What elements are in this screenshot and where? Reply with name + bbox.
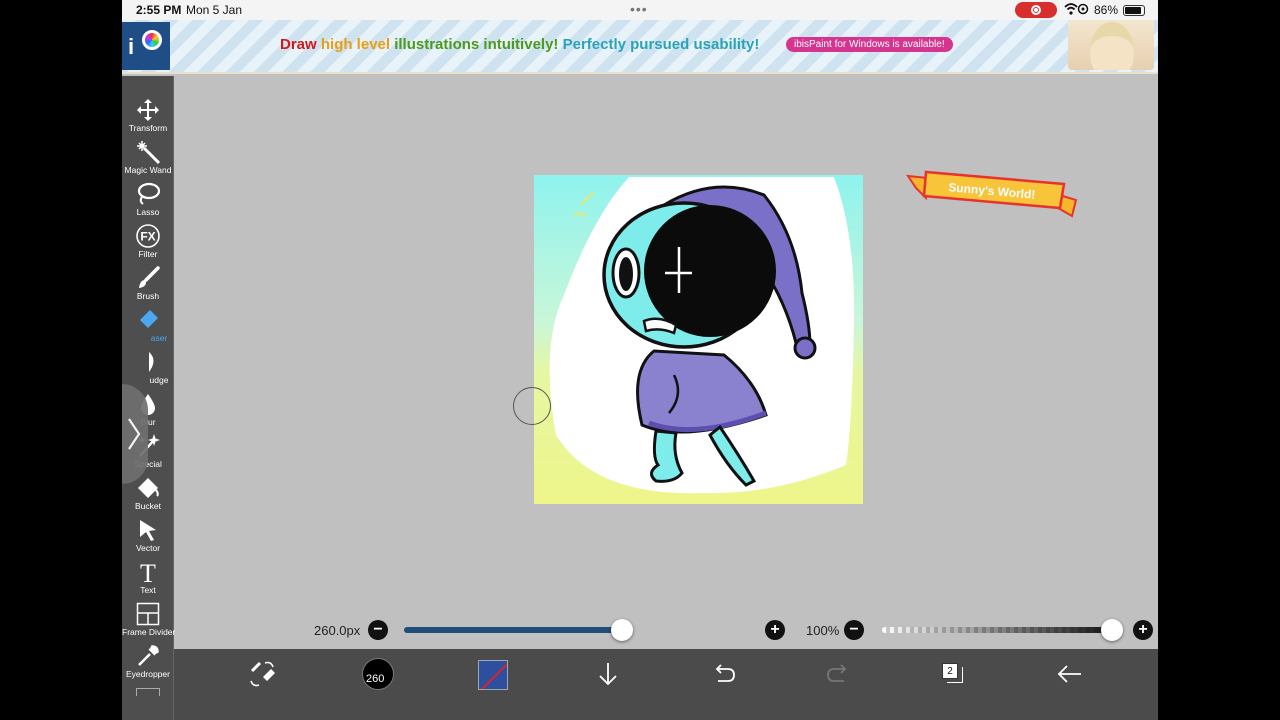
battery-percent: 86% xyxy=(1094,3,1119,17)
chevron-right-icon xyxy=(128,418,141,450)
eyedropper-icon xyxy=(138,645,159,666)
undo-icon xyxy=(715,664,735,682)
tool-eraser[interactable]: aser xyxy=(122,306,174,348)
canvas-artwork xyxy=(534,175,863,504)
battery-icon xyxy=(1123,5,1145,16)
tool-vector[interactable]: Vector xyxy=(122,516,174,558)
tool-smudge[interactable]: udge xyxy=(122,348,174,390)
brush-size-plus-button[interactable]: + xyxy=(765,620,785,640)
back-button[interactable] xyxy=(1052,659,1088,693)
slider-row: 260.0px − + 100% − + xyxy=(296,616,1158,644)
frame-divider-icon xyxy=(136,602,160,626)
tool-magic-wand[interactable]: Magic Wand xyxy=(122,138,174,180)
tool-sidebar: Transform Magic Wand Lasso FX Filter Bru… xyxy=(122,76,175,720)
brush-eraser-swap-button[interactable] xyxy=(244,659,280,693)
wifi-icon xyxy=(1064,2,1090,19)
multitask-dots-icon[interactable]: ••• xyxy=(630,1,648,17)
tool-transform[interactable]: Transform xyxy=(122,96,174,138)
color-wheel-icon xyxy=(142,30,162,50)
brush-size-fill xyxy=(404,627,619,633)
svg-text:T: T xyxy=(140,560,156,584)
status-date: Mon 5 Jan xyxy=(186,3,243,17)
brush-icon xyxy=(139,266,160,288)
redo-icon xyxy=(827,664,847,682)
download-button[interactable] xyxy=(590,659,626,693)
status-time: 2:55 PM xyxy=(136,3,182,17)
opacity-minus-button[interactable]: − xyxy=(844,620,864,640)
color-picker-button[interactable] xyxy=(478,660,508,690)
ibispaint-window: 2:55 PM Mon 5 Jan ••• 86% i Draw high le… xyxy=(122,0,1158,720)
fx-icon: FX xyxy=(136,224,160,248)
brush-cursor-circle xyxy=(513,387,551,425)
opacity-slider[interactable] xyxy=(882,627,1116,633)
screen-record-icon[interactable] xyxy=(1015,2,1057,18)
toolbar-more-indicator xyxy=(136,688,160,696)
brush-size-minus-button[interactable]: − xyxy=(368,620,388,640)
vector-arrow-icon xyxy=(140,520,156,541)
tool-text[interactable]: T Text xyxy=(122,558,174,600)
opacity-label: 100% xyxy=(806,623,840,638)
tool-eyedropper[interactable]: Eyedropper xyxy=(122,642,174,684)
undo-button[interactable] xyxy=(706,659,742,693)
bottom-toolbar: 260 2 xyxy=(174,649,1158,720)
eraser-icon xyxy=(140,310,158,328)
layers-button[interactable]: 2 xyxy=(942,663,958,679)
ibispaint-logo: i xyxy=(122,22,170,70)
arrow-down-icon xyxy=(599,663,617,686)
tool-brush[interactable]: Brush xyxy=(122,264,174,306)
magic-wand-icon xyxy=(137,141,160,164)
tool-lasso[interactable]: Lasso xyxy=(122,180,174,222)
drawing-canvas[interactable] xyxy=(534,175,863,504)
ad-windows-pill[interactable]: ibisPaint for Windows is available! xyxy=(786,37,953,52)
brush-size-badge: 260 xyxy=(366,673,385,685)
svg-text:FX: FX xyxy=(140,230,155,244)
brush-size-button[interactable]: 260 xyxy=(362,658,394,690)
brush-size-knob[interactable] xyxy=(611,619,633,641)
toolbar-collapse-tab[interactable] xyxy=(122,384,148,484)
brush-size-slider[interactable] xyxy=(404,627,626,633)
redo-button[interactable] xyxy=(820,659,856,693)
ad-banner[interactable]: i Draw high level illustrations intuitiv… xyxy=(122,20,1158,74)
opacity-plus-button[interactable]: + xyxy=(1133,620,1153,640)
brush-size-label: 260.0px xyxy=(314,623,361,638)
arrow-left-icon xyxy=(1057,665,1081,683)
move-arrows-icon xyxy=(137,99,159,121)
swap-tool-icon xyxy=(250,661,275,687)
sunnys-world-banner: Sunny's World! xyxy=(905,168,1078,225)
ad-headline: Draw high level illustrations intuitivel… xyxy=(280,36,760,53)
opacity-knob[interactable] xyxy=(1101,619,1123,641)
tool-frame-divider[interactable]: Frame Divider xyxy=(122,600,175,642)
tool-filter[interactable]: FX Filter xyxy=(122,222,174,264)
text-t-icon: T xyxy=(140,560,156,584)
bucket-icon xyxy=(138,478,159,498)
lasso-icon xyxy=(137,182,160,205)
ad-character-image xyxy=(1068,20,1154,70)
smudge-icon xyxy=(149,352,154,372)
status-bar: 2:55 PM Mon 5 Jan ••• 86% xyxy=(122,0,1158,20)
